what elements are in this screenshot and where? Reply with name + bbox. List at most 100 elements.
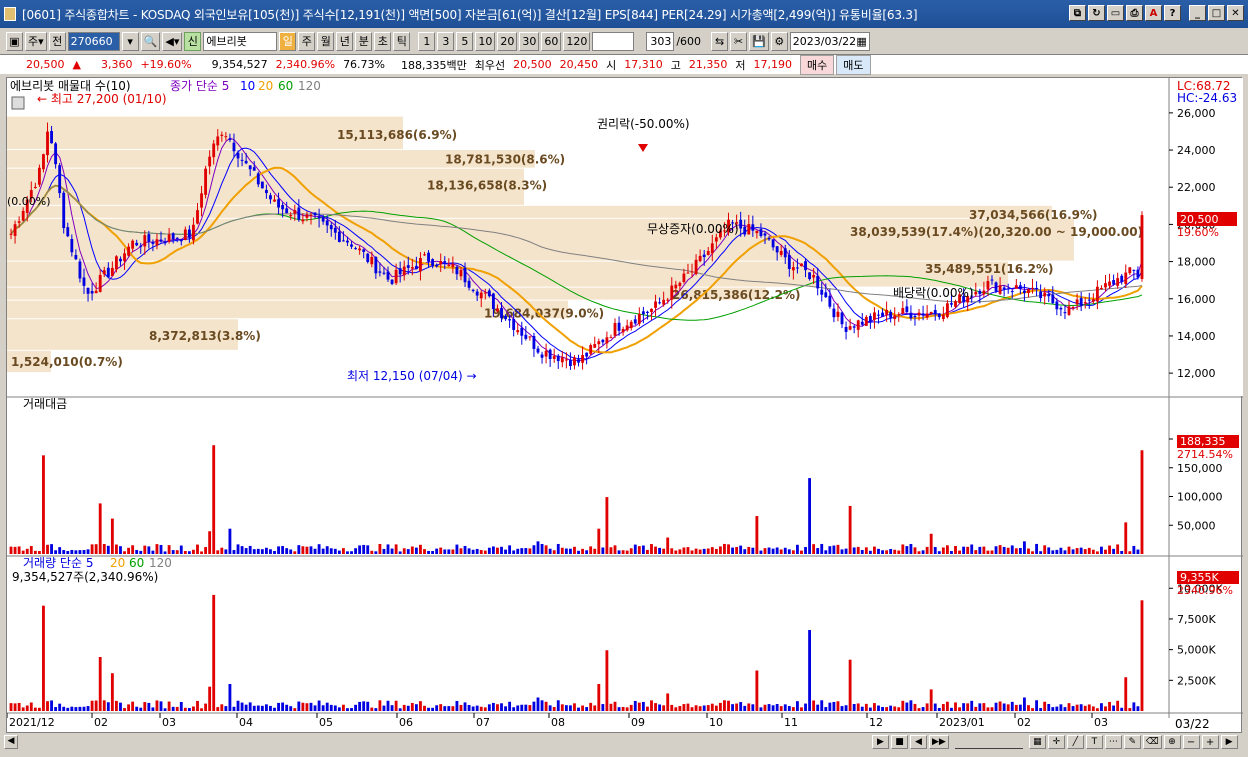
buy-button[interactable]: 매수 (800, 54, 835, 75)
scroll-right-icon[interactable]: ▶ (1220, 735, 1238, 749)
quote-bar: 20,500 ▲ 3,360 +19.60% 9,354,527 2,340.9… (0, 54, 1248, 75)
date-input[interactable]: 2023/03/22 ▦ (789, 31, 870, 51)
scroll-bar[interactable]: ◀ ▶ ■ ◀ ▶▶ ▦ ✛ ╱ T ⋯ ✎ ⌫ ⊕ − + ▶ (0, 733, 1248, 751)
interval-20[interactable]: 20 (497, 31, 518, 51)
maximize-button[interactable]: □ (1208, 5, 1225, 21)
amount-bar (994, 546, 998, 554)
amount-bar (431, 551, 435, 554)
custom-interval-input[interactable] (592, 31, 635, 51)
amount-bar (301, 546, 305, 554)
zoom-slider[interactable] (954, 735, 1023, 749)
interval-5[interactable]: 5 (456, 31, 474, 51)
period-day[interactable]: 일 (279, 31, 297, 51)
line-icon[interactable]: ╱ (1066, 735, 1084, 749)
candle-body (945, 303, 949, 318)
close-button[interactable]: ✕ (1227, 5, 1244, 21)
mode-select[interactable]: 주 ▾ (25, 31, 47, 51)
interval-120[interactable]: 120 (563, 31, 591, 51)
search-icon[interactable]: 🔍 (140, 31, 161, 51)
amount-bar (479, 550, 483, 554)
volume-bar (678, 706, 682, 711)
volume-bar (617, 707, 621, 711)
stock-chart-svg[interactable]: 15,113,686(6.9%) 18,781,530(8.6%) 18,136,6… (6, 78, 1243, 734)
font-icon[interactable]: A (1145, 5, 1162, 21)
calc-icon[interactable] (11, 96, 25, 110)
speaker-icon[interactable]: ◀▾ (162, 31, 183, 51)
zoom-in-icon[interactable]: + (1201, 735, 1219, 749)
volume-bar (1014, 704, 1018, 711)
vol-ma-120: 120 (149, 556, 172, 570)
amount-bar (21, 550, 25, 554)
volume-bar (662, 705, 666, 711)
refresh-icon[interactable]: ↻ (1088, 5, 1105, 21)
fib-icon[interactable]: ⋯ (1104, 735, 1122, 749)
tool-icon[interactable]: ✂ (730, 31, 748, 51)
candle-body (791, 267, 795, 271)
volume-bar (654, 703, 657, 711)
volume-bar (252, 705, 256, 711)
pen-icon[interactable]: ✎ (1123, 735, 1141, 749)
volume-bar (277, 702, 280, 711)
candle-body (471, 289, 475, 291)
scroll-left-button[interactable]: ◀ (4, 735, 18, 749)
zoom-icon[interactable]: ⊕ (1163, 735, 1181, 749)
amount-bar (731, 547, 734, 554)
lock-icon[interactable]: ▣ (6, 31, 23, 51)
print-icon[interactable]: ⎙ (1126, 5, 1143, 21)
play-icon[interactable]: ▶ (872, 735, 889, 749)
period-week[interactable]: 주 (298, 31, 316, 51)
volume-bar (123, 708, 126, 711)
volume-bar (410, 702, 414, 711)
text-icon[interactable]: T (1085, 735, 1103, 749)
candle-body (751, 224, 755, 231)
interval-60[interactable]: 60 (541, 31, 562, 51)
help-icon[interactable]: ? (1164, 5, 1181, 21)
dropdown-icon[interactable]: ▾ (121, 31, 139, 51)
interval-30[interactable]: 30 (519, 31, 540, 51)
amount-bar (654, 546, 657, 554)
prev-button[interactable]: 전 (48, 31, 66, 51)
volume-bar (512, 707, 516, 711)
minimize-button[interactable]: _ (1189, 5, 1206, 21)
amount-bar (309, 546, 313, 554)
interval-1[interactable]: 1 (418, 31, 436, 51)
candle-body (662, 299, 666, 305)
sell-button[interactable]: 매도 (836, 54, 871, 75)
zoom-out-icon[interactable]: − (1182, 735, 1200, 749)
chart-area[interactable]: 15,113,686(6.9%) 18,781,530(8.6%) 18,136,6… (6, 77, 1243, 734)
volume-bar (187, 708, 191, 711)
volume-bar (1010, 701, 1014, 711)
period-second[interactable]: 초 (374, 31, 392, 51)
window-icon[interactable]: ▭ (1107, 5, 1124, 21)
amount-bar (1079, 547, 1083, 554)
grid-icon[interactable]: ▦ (1028, 735, 1046, 749)
candle-body (556, 355, 560, 362)
amount-bar (966, 546, 970, 554)
amount-bar (260, 549, 264, 554)
period-year[interactable]: 년 (336, 31, 354, 51)
amount-bar (435, 548, 439, 554)
save-icon[interactable]: 💾 (749, 31, 769, 51)
count-input[interactable]: 303 (646, 31, 675, 51)
link-icon[interactable]: ⧉ (1069, 5, 1086, 21)
sync-icon[interactable]: ⇆ (711, 31, 729, 51)
candle-body (123, 253, 126, 262)
hc-label: HC:-24.63 (1177, 91, 1237, 105)
interval-10[interactable]: 10 (475, 31, 496, 51)
stop-icon[interactable]: ■ (891, 735, 908, 749)
candle-body (269, 195, 272, 200)
candle-body (443, 261, 447, 263)
period-month[interactable]: 월 (317, 31, 335, 51)
fast-forward-icon[interactable]: ▶▶ (929, 735, 949, 749)
volume-bar (650, 700, 653, 711)
settings-icon[interactable]: ⚙ (770, 31, 788, 51)
interval-3[interactable]: 3 (437, 31, 455, 51)
amount-bar (593, 548, 597, 554)
period-minute[interactable]: 분 (355, 31, 373, 51)
prev-icon[interactable]: ◀ (910, 735, 927, 749)
stock-code-input[interactable]: 270660 (67, 31, 120, 51)
period-tick[interactable]: 틱 (393, 31, 411, 51)
amount-bar (609, 547, 613, 554)
cross-icon[interactable]: ✛ (1047, 735, 1065, 749)
eraser-icon[interactable]: ⌫ (1142, 735, 1162, 749)
